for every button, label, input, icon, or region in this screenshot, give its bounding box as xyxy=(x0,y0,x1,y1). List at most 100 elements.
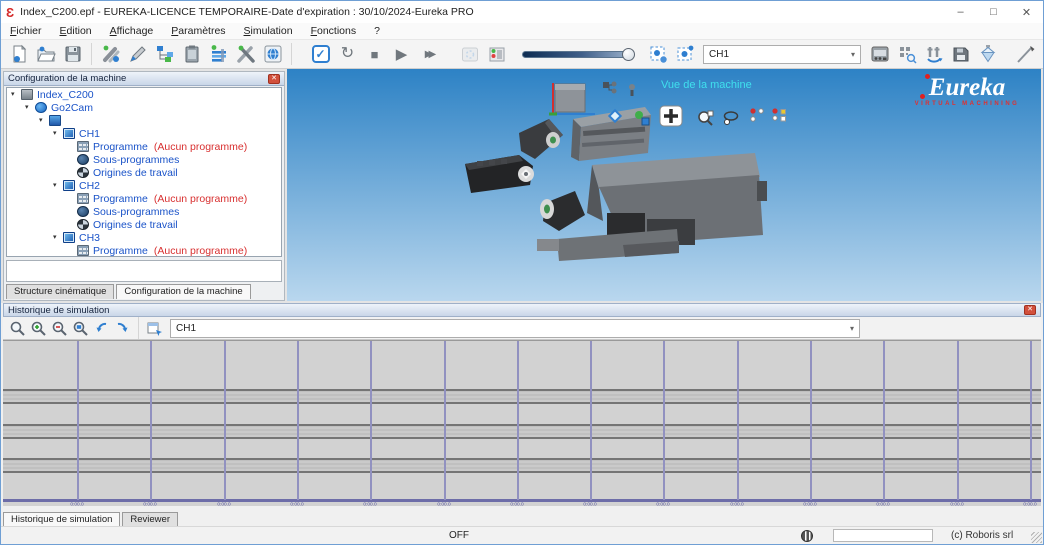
tools-button[interactable] xyxy=(232,41,259,67)
history-close-button[interactable]: ✕ xyxy=(1024,305,1036,315)
clipboard-button[interactable] xyxy=(178,41,205,67)
record-window-icon xyxy=(461,47,478,62)
view-cube-gizmo xyxy=(549,83,595,116)
measure-button[interactable] xyxy=(1012,41,1039,67)
channel-selector-value: CH1 xyxy=(709,48,730,60)
copyright-text: (c) Roboris srl xyxy=(951,530,1014,541)
tree-item-ch3-programme[interactable]: Programme (Aucun programme) xyxy=(7,244,281,256)
maximize-button[interactable]: □ xyxy=(977,1,1010,23)
history-grid[interactable]: 0:00.0 0:00.0 0:00.0 0:00.0 0:00.0 0:00.0 0:00… xyxy=(3,340,1041,506)
logo-dot-icon xyxy=(924,74,930,79)
zoom-window-button[interactable] xyxy=(671,41,698,67)
pan-forward-button[interactable] xyxy=(112,318,133,338)
window-controls: – □ ✕ xyxy=(944,1,1043,23)
resize-grip[interactable] xyxy=(1031,532,1042,543)
tree-item-ch1-sous-programmes[interactable]: Sous-programmes xyxy=(7,153,281,166)
chain-dots-icon[interactable] xyxy=(748,106,766,124)
menu-help[interactable]: ? xyxy=(365,25,389,37)
tree-item-ch2-sous-programmes[interactable]: Sous-programmes xyxy=(7,205,281,218)
zoom-fit-button[interactable] xyxy=(70,318,91,338)
channel-selector[interactable]: CH1 ▾ xyxy=(703,44,861,64)
expand-arrow-icon[interactable]: ▾ xyxy=(53,130,63,137)
zoom-button[interactable] xyxy=(7,318,28,338)
zoom-out-button[interactable] xyxy=(49,318,70,338)
menu-simulation[interactable]: Simulation xyxy=(235,25,302,37)
machine-icon xyxy=(49,115,61,126)
tree-item-ch3[interactable]: ▾ CH3 xyxy=(7,231,281,244)
tree-item-ch1-origines[interactable]: Origines de travail xyxy=(7,166,281,179)
tab-reviewer[interactable]: Reviewer xyxy=(122,512,178,527)
chevron-down-icon[interactable]: ▾ xyxy=(844,324,854,333)
stop-icon: ■ xyxy=(370,46,379,62)
machine-config-header: Configuration de la machine ✕ xyxy=(4,72,284,86)
tree-item-ch2[interactable]: ▾ CH2 xyxy=(7,179,281,192)
menu-edition[interactable]: Edition xyxy=(51,25,101,37)
tree-item-ch1-programme[interactable]: Programme (Aucun programme) xyxy=(7,140,281,153)
tree-item-index-c200[interactable]: ▾ Index_C200 xyxy=(7,88,281,101)
main-toolbar: ✓ ↻ ■ ▶ ▶▶ CH1 ▾ xyxy=(1,39,1043,69)
chevron-down-icon[interactable]: ▾ xyxy=(845,50,855,59)
machine-viewport[interactable]: Vue de la machine Eureka VIRTUAL MACHINI… xyxy=(287,69,1041,301)
chain-dots-alt-icon[interactable] xyxy=(770,106,788,124)
machine-config-panel: Configuration de la machine ✕ ▾ Index_C2… xyxy=(3,71,285,301)
menu-fonctions[interactable]: Fonctions xyxy=(302,25,366,37)
expand-arrow-icon[interactable]: ▾ xyxy=(53,234,63,241)
new-file-button[interactable] xyxy=(5,41,32,67)
zoom-in-button[interactable] xyxy=(28,318,49,338)
save-state-button[interactable] xyxy=(947,41,974,67)
sim-fast-forward-button[interactable]: ▶▶ xyxy=(415,41,442,67)
view-all-icon[interactable] xyxy=(659,105,683,127)
edit-button[interactable] xyxy=(124,41,151,67)
expand-arrow-icon[interactable]: ▾ xyxy=(39,117,49,124)
timeline-tick-label: 0:00.0 xyxy=(363,502,377,506)
zoom-extents-button[interactable] xyxy=(644,41,671,67)
minimize-button[interactable]: – xyxy=(944,1,977,23)
status-field xyxy=(833,529,933,542)
history-channel-selector[interactable]: CH1 ▾ xyxy=(170,318,860,338)
grid-line xyxy=(150,341,153,500)
zoom-view-icon[interactable] xyxy=(696,109,714,127)
sim-enable-checkbox[interactable]: ✓ xyxy=(307,41,334,67)
pan-back-button[interactable] xyxy=(91,318,112,338)
tree-item-ch2-programme[interactable]: Programme (Aucun programme) xyxy=(7,192,281,205)
hierarchy-button[interactable] xyxy=(151,41,178,67)
machine-edit-button[interactable] xyxy=(97,41,124,67)
menu-affichage[interactable]: Affichage xyxy=(101,25,163,37)
tool-change-button[interactable] xyxy=(920,41,947,67)
simulation-speed-slider[interactable] xyxy=(522,47,635,61)
menu-fichier[interactable]: Fichier xyxy=(1,25,51,37)
lasso-select-icon[interactable] xyxy=(722,109,740,127)
tree-item-ch2-origines[interactable]: Origines de travail xyxy=(7,218,281,231)
sim-stop-button[interactable]: ■ xyxy=(361,41,388,67)
qr-inspect-button[interactable] xyxy=(893,41,920,67)
sim-play-button[interactable]: ▶ xyxy=(388,41,415,67)
stock-mini-icon[interactable] xyxy=(633,109,651,127)
close-button[interactable]: ✕ xyxy=(1010,1,1043,23)
program-list-button[interactable] xyxy=(205,41,232,67)
globe-button[interactable] xyxy=(259,41,286,67)
menu-parametres[interactable]: Paramètres xyxy=(162,25,234,37)
tab-structure-cinematique[interactable]: Structure cinématique xyxy=(6,284,115,299)
tab-historique-simulation[interactable]: Historique de simulation xyxy=(3,512,121,527)
expand-arrow-icon[interactable]: ▾ xyxy=(25,104,35,111)
tab-configuration-machine[interactable]: Configuration de la machine xyxy=(116,284,251,299)
save-button[interactable] xyxy=(59,41,86,67)
open-file-button[interactable] xyxy=(32,41,59,67)
tree-item-ch1[interactable]: ▾ CH1 xyxy=(7,127,281,140)
probe-mini-icon[interactable] xyxy=(623,81,641,99)
sim-record-button[interactable] xyxy=(456,41,483,67)
export-history-button[interactable] xyxy=(144,318,165,338)
nav-diamond-icon[interactable] xyxy=(606,107,624,125)
tree-item-machine[interactable]: ▾ xyxy=(7,114,281,127)
kinematics-mini-icon[interactable] xyxy=(601,79,619,97)
slider-handle[interactable] xyxy=(622,47,635,61)
tree-detail-box xyxy=(6,260,282,282)
sim-reset-button[interactable]: ↻ xyxy=(334,41,361,67)
machine-panel-button[interactable] xyxy=(866,41,893,67)
expand-arrow-icon[interactable]: ▾ xyxy=(53,182,63,189)
material-button[interactable] xyxy=(974,41,1001,67)
tree-item-go2cam[interactable]: ▾ Go2Cam xyxy=(7,101,281,114)
sim-panel-button[interactable] xyxy=(483,41,510,67)
expand-arrow-icon[interactable]: ▾ xyxy=(11,91,21,98)
panel-close-button[interactable]: ✕ xyxy=(268,73,280,84)
